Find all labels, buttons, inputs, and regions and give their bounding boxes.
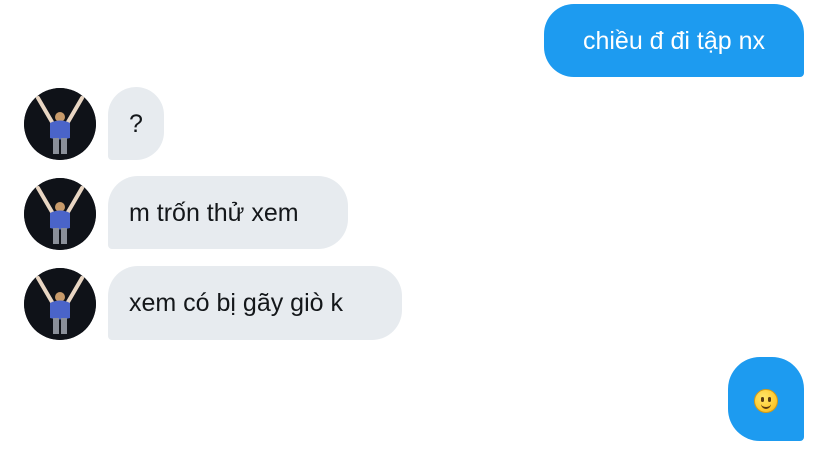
received-message-bubble[interactable]: ? bbox=[108, 87, 164, 160]
message-text: ? bbox=[129, 109, 143, 138]
sent-message-bubble[interactable]: chiều đ đi tập nx bbox=[544, 4, 804, 77]
slightly-smiling-face-icon bbox=[754, 389, 778, 413]
message-text: m trốn thử xem bbox=[129, 198, 299, 227]
received-message-bubble[interactable]: xem có bị gãy giò k bbox=[108, 266, 402, 340]
avatar-photo-icon bbox=[24, 178, 96, 250]
avatar[interactable] bbox=[24, 268, 96, 340]
avatar-photo-icon bbox=[24, 88, 96, 160]
message-text: xem có bị gãy giò k bbox=[129, 289, 343, 317]
chat-thread: chiều đ đi tập nx ? m trốn thử xem xem c… bbox=[0, 0, 828, 460]
avatar[interactable] bbox=[24, 178, 96, 250]
message-text: chiều đ đi tập nx bbox=[582, 26, 766, 55]
avatar[interactable] bbox=[24, 88, 96, 160]
avatar-photo-icon bbox=[24, 268, 96, 340]
received-message-bubble[interactable]: m trốn thử xem bbox=[108, 176, 348, 249]
sent-emoji-bubble[interactable] bbox=[728, 357, 804, 441]
